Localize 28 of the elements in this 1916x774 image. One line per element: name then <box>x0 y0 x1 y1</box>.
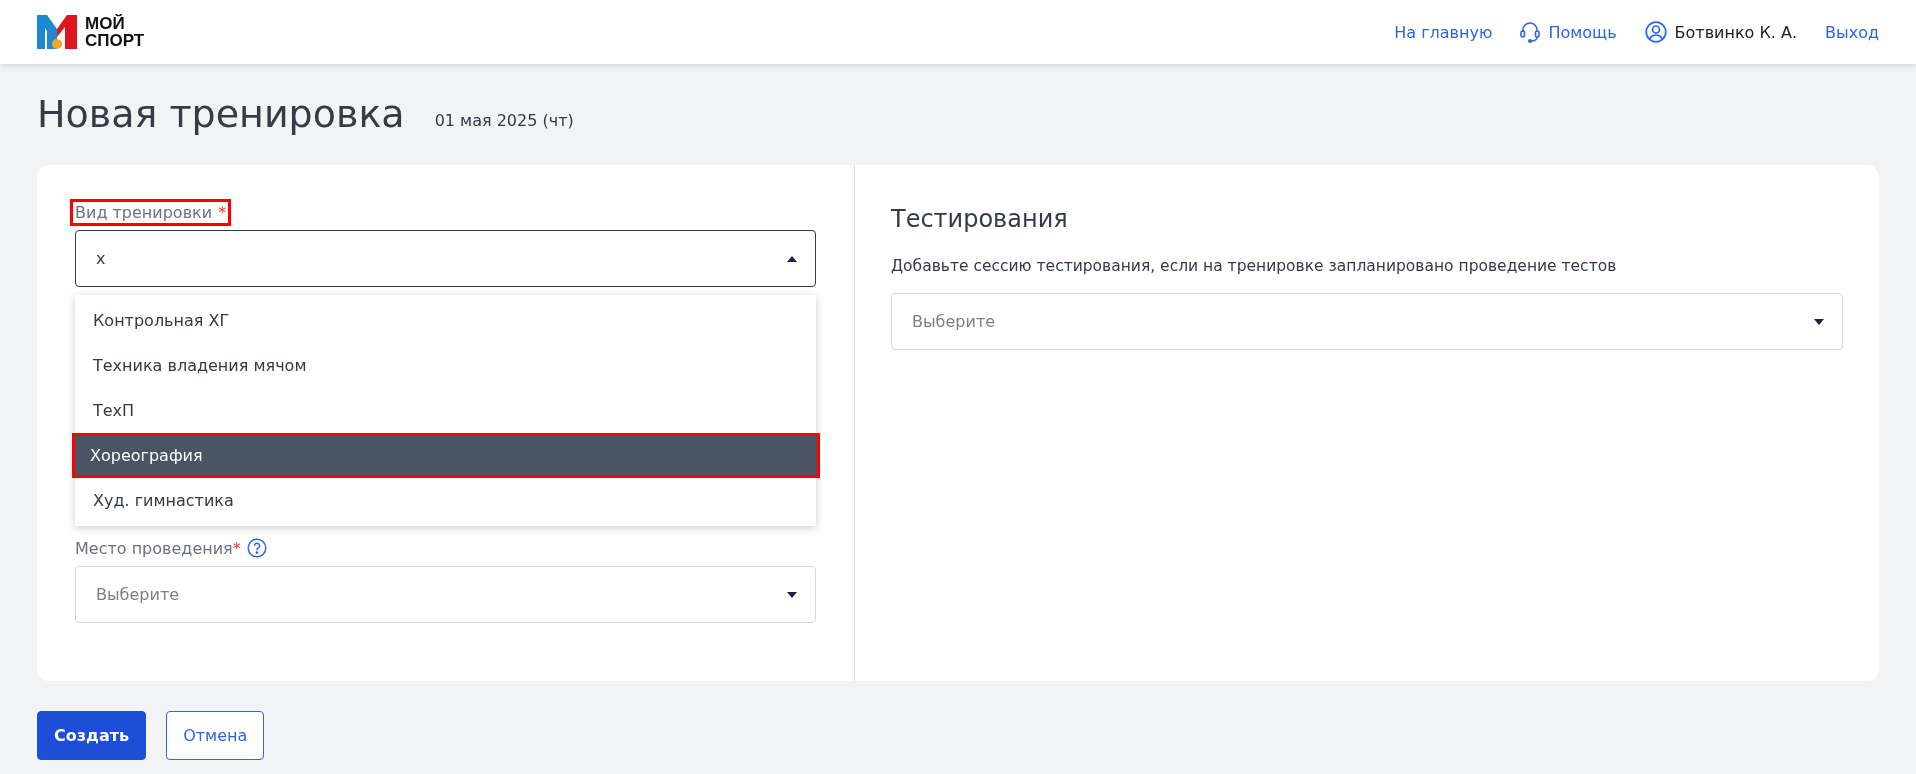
training-type-field[interactable]: х <box>75 230 816 287</box>
create-button[interactable]: Создать <box>37 711 147 760</box>
help-link[interactable]: Помощь <box>1548 22 1617 42</box>
section-title: Тестирования <box>891 205 1069 233</box>
page-title: Новая тренировка <box>37 92 405 136</box>
caret-icon <box>787 255 797 262</box>
nav-link[interactable]: На главную <box>1394 22 1493 42</box>
caret-icon <box>787 591 797 598</box>
user-icon <box>1644 21 1667 43</box>
help-icon[interactable] <box>246 538 267 558</box>
cancel-button[interactable]: Отмена <box>166 711 265 760</box>
dropdown-option[interactable]: Техника владения мячом <box>75 343 816 388</box>
page-date: 01 мая 2025 (чт) <box>434 110 574 130</box>
logo-icon <box>37 15 77 49</box>
section-description: Добавьте сессию тестирования, если на тренировке запланировано проведение тестов <box>891 257 1618 275</box>
dropdown-option[interactable]: ТехП <box>75 388 816 433</box>
caret-icon <box>1814 318 1824 325</box>
logo-text: МОЙ СПОРТ <box>85 15 145 49</box>
testing-select[interactable]: Выберите <box>891 293 1843 350</box>
nav-link[interactable]: Выход <box>1825 22 1879 42</box>
venue-select[interactable]: Выберите <box>75 566 816 623</box>
dropdown-option[interactable]: Худ. гимнастика <box>75 478 816 523</box>
field-label: Вид тренировки * <box>70 199 232 226</box>
dropdown-option[interactable]: Контрольная ХГ <box>75 298 816 343</box>
headset-icon <box>1520 21 1541 43</box>
field-label: Место проведения* <box>75 538 241 558</box>
dropdown-option[interactable]: Хореография <box>72 433 820 478</box>
user-name[interactable]: Ботвинко К. А. <box>1674 22 1798 42</box>
